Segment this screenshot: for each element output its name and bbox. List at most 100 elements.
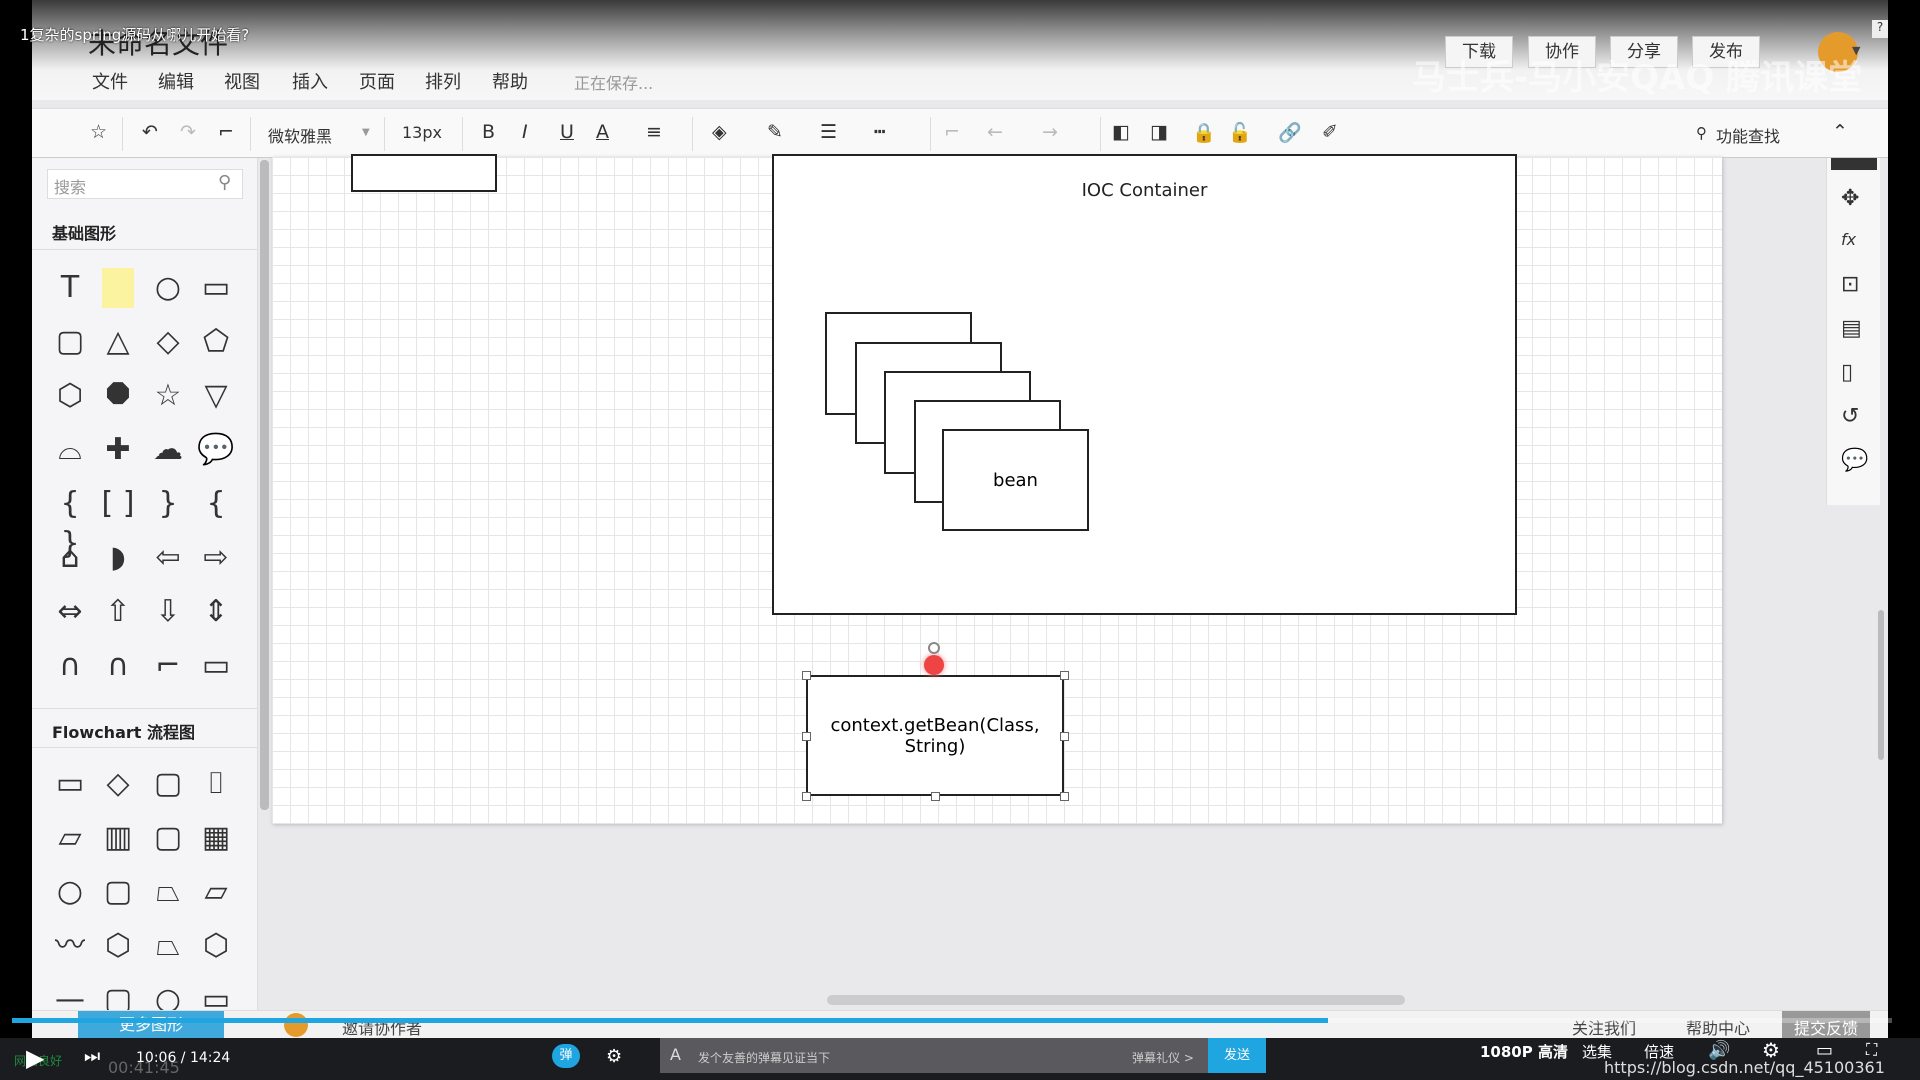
sidebar-scrollbar[interactable] [260,160,269,810]
align-icon[interactable]: ≡ [646,121,662,143]
unlock-icon[interactable]: 🔓 [1228,121,1252,144]
resize-handle[interactable] [802,671,811,680]
shape-tool[interactable]: ∩ [48,646,92,686]
danmaku-etiquette-link[interactable]: 弹幕礼仪 > [1132,1049,1194,1066]
bold-button[interactable]: B [482,121,495,143]
shape-tool[interactable]: ⬡ [194,926,238,966]
shape-tool[interactable]: ⇔ [48,592,92,632]
shape-tool[interactable] [102,268,134,308]
shape-tool[interactable]: ⯃ [96,376,140,416]
collapse-toolbar-icon[interactable]: ⌃ [1832,121,1848,143]
connector-icon[interactable]: ⌐ [944,121,960,143]
search-icon[interactable]: ⚲ [218,172,231,193]
partial-rectangle-shape[interactable] [351,154,497,192]
shape-tool[interactable]: ◗ [96,538,140,578]
shape-tool[interactable]: ⇨ [194,538,238,578]
shape-tool[interactable]: 〰 [48,926,92,966]
menu-edit[interactable]: 编辑 [158,68,194,94]
quality-button[interactable]: 1080P 高清 [1480,1041,1568,1062]
line-width-icon[interactable]: ☰ [820,121,837,143]
shape-tool[interactable]: T [48,268,92,308]
shape-tool[interactable]: ⏢ [146,872,190,912]
shape-tool[interactable]: ⇩ [146,592,190,632]
shape-tool[interactable]: ▭ [194,268,238,308]
shape-tool[interactable]: ▢ [146,764,190,804]
feedback-button[interactable]: 提交反馈 [1782,1011,1871,1038]
italic-button[interactable]: I [522,121,528,143]
shape-tool[interactable]: ⬡ [48,376,92,416]
magic-wand-icon[interactable]: ✐ [1322,121,1338,143]
line-style-icon[interactable]: ┅ [874,121,885,143]
history-icon[interactable]: ↺ [1841,404,1859,429]
shape-tool[interactable]: ⏢ [146,926,190,966]
shape-tool[interactable]: ▭ [194,646,238,686]
shape-tool[interactable]: { [194,484,238,524]
shape-tool[interactable]: ⇦ [146,538,190,578]
shape-tool[interactable]: ▥ [96,818,140,858]
search-icon[interactable]: ⚲ [1696,124,1707,142]
menu-file[interactable]: 文件 [92,68,128,94]
rotate-handle[interactable] [928,642,940,654]
menu-arrange[interactable]: 排列 [425,68,461,94]
fullscreen-icon[interactable]: ⛶ [1866,1040,1877,1060]
formula-icon[interactable]: fx [1841,230,1856,249]
shape-tool[interactable]: ☆ [146,376,190,416]
shape-tool[interactable]: ⌐ [146,646,190,686]
link-icon[interactable]: 🔗 [1278,121,1302,144]
pin-icon[interactable]: ☆ [90,121,107,143]
resize-handle[interactable] [802,792,811,801]
lock-icon[interactable]: 🔒 [1192,121,1216,144]
section-basic-shapes[interactable]: 基础图形 [32,210,258,250]
shape-tool[interactable]: ▦ [194,818,238,858]
resize-handle[interactable] [1060,671,1069,680]
shape-tool[interactable]: ○ [146,268,190,308]
shape-tool[interactable]: ▱ [194,872,238,912]
format-painter-icon[interactable]: ⌐ [218,121,234,143]
shape-tool[interactable]: ☁ [146,430,190,470]
redo-icon[interactable]: ↷ [180,121,196,143]
end-arrow-icon[interactable]: → [1042,121,1058,143]
page-size-icon[interactable]: ⊡ [1841,272,1859,297]
shape-tool[interactable]: ▭ [48,764,92,804]
resize-handle[interactable] [802,732,811,741]
menu-view[interactable]: 视图 [224,68,260,94]
shape-tool[interactable]: ▽ [194,376,238,416]
start-arrow-icon[interactable]: ← [987,121,1003,143]
selected-shape[interactable]: context.getBean(Class, String) [806,675,1064,796]
shape-tool[interactable]: ⬠ [194,322,238,362]
underline-button[interactable]: U [560,121,574,143]
fill-color-icon[interactable]: ◈ [712,121,727,143]
font-family-select[interactable]: 微软雅黑 [268,123,332,147]
shape-tool[interactable]: ⌂ [48,538,92,578]
section-flowchart[interactable]: Flowchart 流程图 [32,708,258,748]
shape-tool[interactable]: [ ] [96,484,140,524]
shape-tool[interactable]: ▢ [146,818,190,858]
shape-search-input[interactable]: 搜索 [47,169,243,199]
text-style-icon[interactable]: A [670,1045,681,1064]
document-icon[interactable]: ▯ [1841,360,1853,385]
shape-tool[interactable]: ▱ [48,818,92,858]
comment-icon[interactable]: 💬 [1841,448,1868,473]
more-shapes-button[interactable]: 更多图形 [78,1011,224,1038]
shape-tool[interactable]: ◇ [96,764,140,804]
shape-tool[interactable]: ◇ [146,322,190,362]
shape-tool[interactable]: ▢ [96,872,140,912]
resize-handle[interactable] [1060,732,1069,741]
help-icon[interactable]: ? [1872,20,1888,38]
send-button[interactable]: 发送 [1208,1038,1266,1073]
font-size-input[interactable]: 13px [402,123,442,142]
shape-tool[interactable]: } [146,484,190,524]
line-color-icon[interactable]: ✎ [767,121,783,143]
shape-tool[interactable]: ∩ [96,646,140,686]
send-back-icon[interactable]: ◨ [1150,121,1168,143]
canvas-page[interactable]: IOC Container bean context.getBean(Class… [272,154,1722,824]
danmaku-toggle[interactable]: 弹 [552,1044,580,1068]
menu-insert[interactable]: 插入 [292,68,328,94]
undo-icon[interactable]: ↶ [142,121,158,143]
menu-help[interactable]: 帮助 [492,68,528,94]
bean-shape[interactable]: bean [942,429,1089,531]
shape-tool[interactable]: 💬 [194,430,238,470]
pages-icon[interactable]: ▤ [1841,316,1862,341]
resize-handle[interactable] [931,792,940,801]
shape-tool[interactable]: ⌷ [194,764,238,804]
